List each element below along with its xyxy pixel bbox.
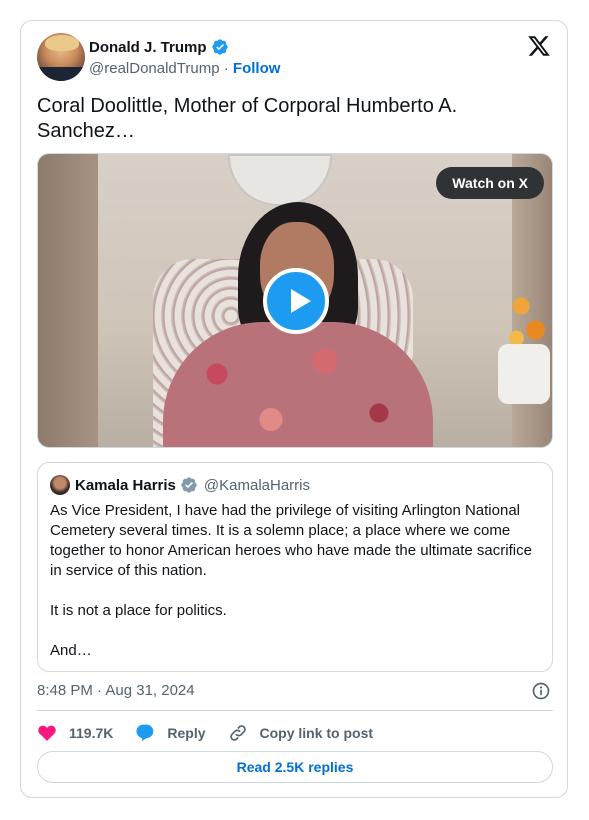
quoted-author-handle: @KamalaHarris (203, 476, 310, 494)
divider (37, 710, 553, 711)
video-thumbnail[interactable]: Watch on X (37, 153, 553, 448)
embedded-post-card: Donald J. Trump @realDonaldTrump · Follo… (20, 20, 568, 798)
gray-verified-badge-icon (181, 477, 197, 493)
thumbnail-flowers (502, 274, 550, 354)
link-icon (229, 725, 246, 741)
read-replies-button[interactable]: Read 2.5K replies (37, 751, 553, 783)
avatar-hair (45, 35, 79, 51)
quoted-paragraph: It is not a place for politics. (50, 602, 227, 619)
play-button[interactable] (263, 268, 329, 334)
quoted-paragraph: As Vice President, I have had the privil… (50, 502, 532, 579)
reply-button[interactable]: Reply (135, 723, 206, 743)
author-avatar[interactable] (37, 33, 85, 81)
heart-icon (38, 725, 56, 741)
thumbnail-vase (498, 344, 550, 404)
verified-badge-icon (211, 39, 228, 55)
handle-separator: · (223, 60, 229, 77)
x-logo-icon[interactable] (527, 34, 551, 58)
info-icon[interactable] (531, 681, 551, 701)
quoted-author-row: Kamala Harris @KamalaHarris (75, 476, 310, 494)
reply-bubble-icon (136, 724, 154, 741)
author-handle-line: @realDonaldTrump · Follow (89, 60, 280, 77)
copy-link-button[interactable]: Copy link to post (228, 723, 374, 743)
quoted-post-text: As Vice President, I have had the privil… (50, 501, 540, 661)
follow-button[interactable]: Follow (233, 60, 281, 77)
copy-link-label: Copy link to post (259, 725, 374, 741)
quoted-paragraph: And… (50, 642, 92, 659)
watch-on-x-button[interactable]: Watch on X (436, 167, 544, 199)
quoted-post[interactable]: Kamala Harris @KamalaHarris As Vice Pres… (37, 462, 553, 672)
thumbnail-wall-plate (228, 154, 332, 206)
quoted-author-avatar (50, 475, 70, 495)
author-handle[interactable]: @realDonaldTrump (89, 60, 220, 77)
author-name[interactable]: Donald J. Trump (89, 39, 207, 56)
thumbnail-curtain (38, 154, 98, 447)
play-icon (291, 289, 311, 313)
post-text: Coral Doolittle, Mother of Corporal Humb… (37, 95, 458, 142)
action-bar: 119.7K Reply Copy link to post (37, 721, 395, 745)
author-name-row[interactable]: Donald J. Trump (89, 38, 229, 56)
like-button[interactable]: 119.7K (37, 723, 113, 743)
avatar-suit (37, 67, 85, 81)
post-timestamp[interactable]: 8:48 PM · Aug 31, 2024 (37, 682, 195, 699)
reply-label: Reply (167, 725, 206, 741)
like-count: 119.7K (69, 725, 114, 741)
quoted-author-name: Kamala Harris (75, 476, 176, 494)
thumbnail-person-dress (163, 322, 433, 447)
